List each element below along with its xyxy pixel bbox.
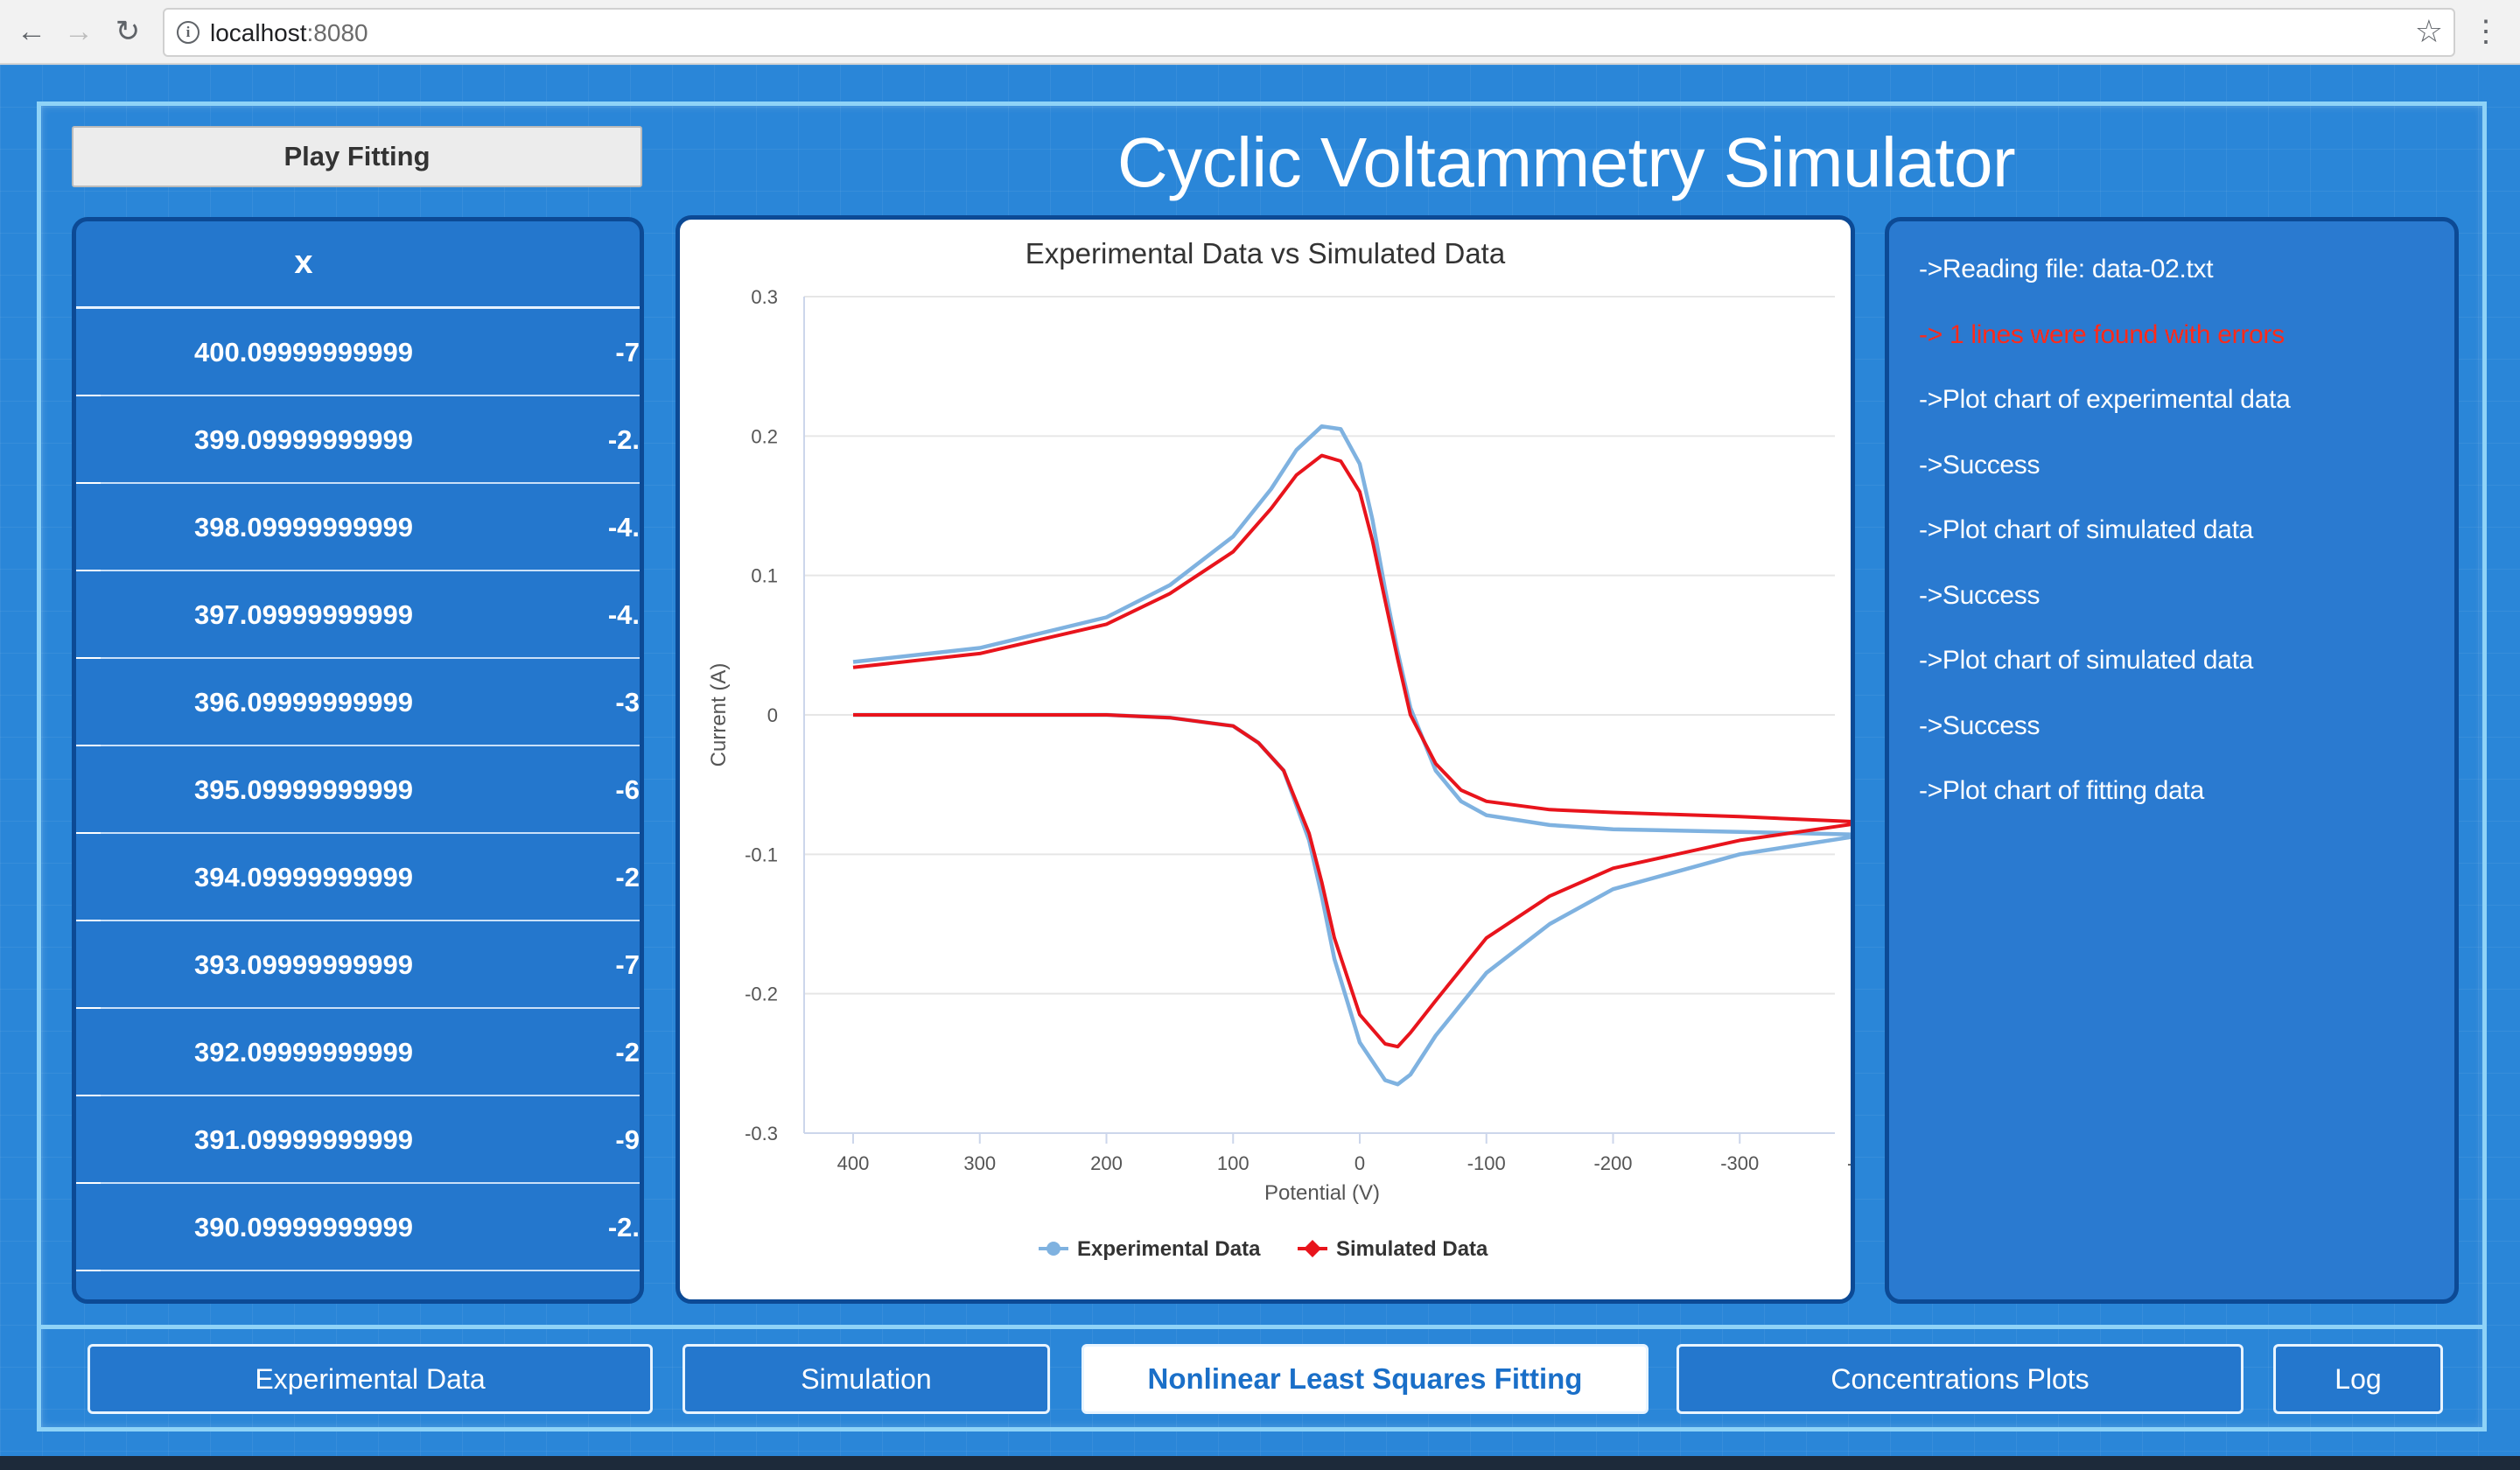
cell-y: -4.	[607, 599, 640, 630]
forward-arrow-icon[interactable]: →	[60, 12, 98, 51]
page-title: Cyclic Voltammetry Simulator	[1116, 123, 2016, 201]
bookmark-star-icon[interactable]: ☆	[2415, 13, 2443, 50]
column-header-x: x	[294, 244, 313, 281]
x-tick-label: 300	[963, 1152, 996, 1174]
cell-y: -2.	[607, 1212, 640, 1242]
y-axis-label: Current (A)	[707, 663, 731, 767]
y-tick-label: -0.1	[745, 844, 778, 865]
log-line-error: -> 1 lines were found with errors	[1919, 319, 2285, 349]
table-row[interactable]: 390.09999999999 -2.	[76, 1184, 640, 1271]
tab-log[interactable]: Log	[2273, 1344, 2443, 1414]
url-text: localhost:8080	[210, 19, 368, 46]
y-tick-label: 0.3	[751, 286, 778, 308]
tab-simulation[interactable]: Simulation	[682, 1344, 1050, 1414]
y-tick-label: -0.2	[745, 984, 778, 1005]
row-marker	[76, 1270, 101, 1271]
cell-x: 393.09999999999	[194, 949, 413, 980]
cell-y: -4.	[607, 512, 640, 542]
cv-chart: Experimental Data vs Simulated Data 0.3 0.…	[707, 237, 1851, 1261]
y-tick-label: 0.2	[751, 425, 778, 447]
table-row[interactable]: 396.09999999999 -3	[76, 659, 640, 746]
data-table-panel[interactable]: x 400.09999999999 -7 399.09999999999 -2. 398…	[72, 217, 644, 1304]
legend-marker-diamond[interactable]	[1304, 1240, 1321, 1257]
browser-menu-icon[interactable]: ⋮	[2471, 12, 2501, 51]
chart-panel: Experimental Data vs Simulated Data 0.3 0.…	[676, 215, 1855, 1304]
info-icon[interactable]: i	[177, 21, 200, 44]
back-arrow-icon[interactable]: ←	[12, 12, 51, 51]
y-tick-label: -0.3	[745, 1123, 778, 1144]
tab-concentrations-plots[interactable]: Concentrations Plots	[1676, 1344, 2244, 1414]
log-line: ->Reading file: data-02.txt	[1919, 255, 2214, 284]
log-line: ->Success	[1919, 710, 2040, 740]
cell-x: 398.09999999999	[194, 512, 413, 542]
table-row[interactable]: 399.09999999999 -2.	[76, 396, 640, 484]
browser-toolbar: ← → ↻ i localhost:8080 ☆ ⋮	[0, 0, 2520, 65]
x-tick-label: -400	[1847, 1152, 1851, 1174]
cell-y: -2.	[607, 424, 640, 455]
cell-x: 392.09999999999	[194, 1037, 413, 1068]
y-tick-label: 0.1	[751, 565, 778, 587]
x-tick-label: -200	[1593, 1152, 1632, 1174]
y-tick-label: 0	[767, 704, 778, 726]
legend-marker-circle[interactable]	[1046, 1242, 1060, 1256]
log-panel: ->Reading file: data-02.txt -> 1 lines we…	[1885, 217, 2459, 1304]
cell-y: -2	[615, 862, 640, 892]
cell-y: -6	[615, 774, 640, 805]
series-line-simulated	[852, 453, 1851, 1049]
table-row[interactable]: 392.09999999999 -2	[76, 1009, 640, 1096]
cell-y: -3	[615, 687, 640, 718]
tab-nonlinear-least-squares-fitting[interactable]: Nonlinear Least Squares Fitting	[1082, 1344, 1648, 1414]
log-line: ->Success	[1919, 450, 2040, 480]
cell-x: 396.09999999999	[194, 687, 413, 718]
legend-label[interactable]: Simulated Data	[1336, 1237, 1488, 1261]
log-line: ->Plot chart of simulated data	[1919, 515, 2254, 544]
cell-x: 390.09999999999	[194, 1212, 413, 1242]
chart-title: Experimental Data vs Simulated Data	[1026, 237, 1506, 270]
log-line: ->Plot chart of experimental data	[1919, 385, 2291, 414]
cell-x: 397.09999999999	[194, 599, 413, 630]
address-bar[interactable]: i localhost:8080 ☆	[163, 8, 2455, 57]
play-fitting-button[interactable]: Play Fitting	[72, 126, 642, 187]
app-root: Play Fitting Cyclic Voltammetry Simulato…	[0, 65, 2520, 1470]
tab-experimental-data[interactable]: Experimental Data	[88, 1344, 653, 1414]
cell-y: -9	[615, 1124, 640, 1155]
x-tick-label: 400	[837, 1152, 870, 1174]
table-row[interactable]: 391.09999999999 -9	[76, 1096, 640, 1184]
x-tick-label: 0	[1354, 1152, 1365, 1174]
log-line: ->Success	[1919, 580, 2040, 610]
cell-x: 395.09999999999	[194, 774, 413, 805]
log-line: ->Plot chart of fitting data	[1919, 776, 2204, 805]
cell-x: 399.09999999999	[194, 424, 413, 455]
table-row[interactable]: 397.09999999999 -4.	[76, 571, 640, 659]
table-row[interactable]: 400.09999999999 -7	[76, 309, 640, 396]
table-header: x	[76, 221, 640, 309]
cell-x: 394.09999999999	[194, 862, 413, 892]
nav-divider	[37, 1325, 2487, 1329]
x-tick-label: -300	[1720, 1152, 1759, 1174]
x-tick-label: -100	[1467, 1152, 1506, 1174]
cell-x: 391.09999999999	[194, 1124, 413, 1155]
cell-y: -7	[615, 337, 640, 368]
cell-x: 400.09999999999	[194, 337, 413, 368]
cell-y: -2	[615, 1037, 640, 1068]
table-row[interactable]: 395.09999999999 -6	[76, 746, 640, 834]
reload-icon[interactable]: ↻	[108, 12, 147, 51]
legend-label[interactable]: Experimental Data	[1077, 1237, 1261, 1261]
x-tick-label: 200	[1090, 1152, 1123, 1174]
table-row[interactable]: 398.09999999999 -4.	[76, 484, 640, 571]
cell-y: -7	[615, 949, 640, 980]
table-row[interactable]: 393.09999999999 -7	[76, 921, 640, 1009]
x-axis-label: Potential (V)	[1264, 1181, 1380, 1205]
table-row[interactable]: 394.09999999999 -2	[76, 834, 640, 921]
x-tick-label: 100	[1217, 1152, 1250, 1174]
window-bottom-edge	[0, 1456, 2520, 1470]
log-line: ->Plot chart of simulated data	[1919, 646, 2254, 675]
